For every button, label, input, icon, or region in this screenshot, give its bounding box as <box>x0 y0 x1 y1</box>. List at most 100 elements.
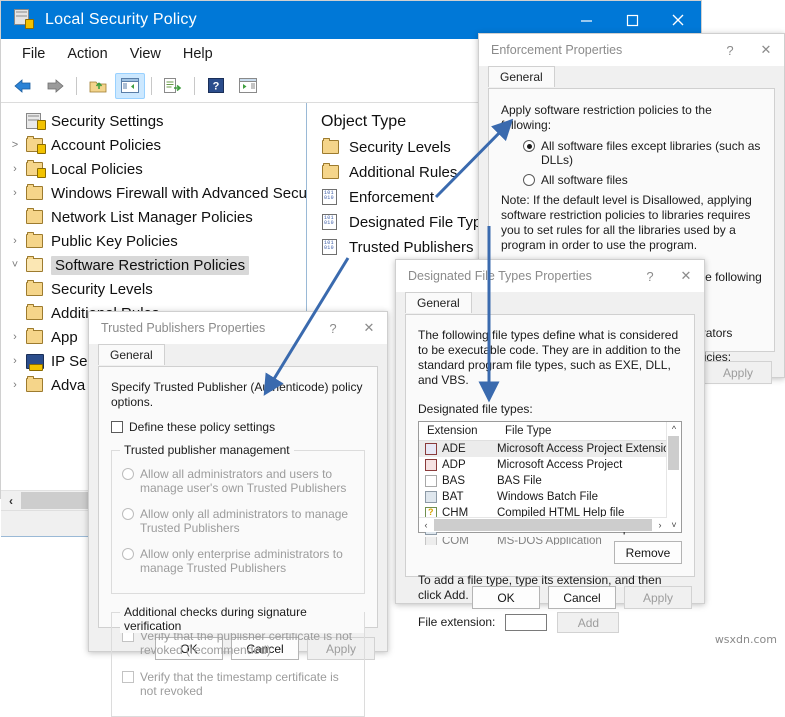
scroll-right-icon[interactable]: › <box>653 520 667 530</box>
back-arrow-icon[interactable] <box>8 73 38 99</box>
scroll-left-icon[interactable]: ‹ <box>1 494 21 508</box>
folder-icon <box>25 328 45 345</box>
table-row[interactable]: COM MS-DOS Application <box>419 537 681 545</box>
close-icon[interactable]: ✕ <box>668 260 704 292</box>
radio-all-files-except-libraries[interactable]: All software files except libraries (suc… <box>523 139 762 167</box>
object-item-label: Designated File Types <box>349 214 498 231</box>
up-folder-icon[interactable] <box>83 73 113 99</box>
apply-button[interactable]: Apply <box>704 361 772 384</box>
define-policy-settings-checkbox[interactable]: Define these policy settings <box>111 420 365 434</box>
table-row[interactable]: ADP Microsoft Access Project <box>419 457 681 473</box>
menu-help[interactable]: Help <box>172 43 224 65</box>
close-icon[interactable]: ✕ <box>748 34 784 66</box>
folder-icon <box>321 138 341 156</box>
chevron-right-icon[interactable]: › <box>5 235 25 247</box>
checkbox-label: Verify that the publisher certificate is… <box>140 629 353 657</box>
radio-only-enterprise-admins[interactable]: Allow only enterprise administrators to … <box>122 547 354 575</box>
close-icon[interactable]: ✕ <box>351 312 387 344</box>
tree-item-label: Software Restriction Policies <box>51 255 250 275</box>
export-list-icon[interactable] <box>158 73 188 99</box>
tree-item-label: Public Key Policies <box>51 232 178 250</box>
file-types-list[interactable]: Extension File Type ADE Microsoft Access… <box>418 421 682 545</box>
object-item-label: Enforcement <box>349 189 435 206</box>
radio-dot-icon <box>523 140 535 152</box>
chevron-right-icon[interactable]: › <box>5 187 25 199</box>
cancel-button[interactable]: Cancel <box>548 586 616 609</box>
show-hide-action-pane-icon[interactable] <box>233 73 263 99</box>
designated-list-label: Designated file types: <box>418 402 533 416</box>
tree-item-label: Adva <box>51 376 86 394</box>
dialog-tabstrip: General <box>396 292 704 314</box>
checkbox-label: Verify that the timestamp certificate is… <box>140 670 339 698</box>
tree-item-security-levels[interactable]: Security Levels <box>1 277 306 301</box>
table-row[interactable]: BAT Windows Batch File <box>419 489 681 505</box>
designated-description: The following file types define what is … <box>418 328 681 387</box>
dos-file-icon <box>425 537 437 545</box>
radio-all-software-files[interactable]: All software files <box>523 173 762 187</box>
folder-icon <box>25 256 45 273</box>
radio-only-all-admins[interactable]: Allow only all administrators to manage … <box>122 507 354 535</box>
tree-item-network-list-manager[interactable]: Network List Manager Policies <box>1 205 306 229</box>
policy-setting-icon: 101 010 <box>321 214 341 231</box>
tree-item-public-key-policies[interactable]: › Public Key Policies <box>1 229 306 253</box>
menu-view[interactable]: View <box>119 43 172 65</box>
scroll-up-icon[interactable]: ^ <box>667 422 681 436</box>
folder-icon <box>25 208 45 225</box>
table-row[interactable]: ADE Microsoft Access Project Extension <box>419 441 681 457</box>
menu-file[interactable]: File <box>11 43 56 65</box>
row-file-type: MS-DOS Application <box>497 537 602 545</box>
help-icon[interactable]: ? <box>315 312 351 344</box>
folder-icon <box>25 184 45 201</box>
chevron-right-icon[interactable]: > <box>5 139 25 151</box>
scrollbar-thumb[interactable] <box>668 436 679 470</box>
radio-label: All software files <box>541 173 628 187</box>
checkbox-verify-publisher-cert[interactable]: Verify that the publisher certificate is… <box>122 629 354 657</box>
menu-action[interactable]: Action <box>56 43 118 65</box>
list-horizontal-scrollbar[interactable]: ‹ › <box>419 517 667 532</box>
tree-item-windows-firewall[interactable]: › Windows Firewall with Advanced Secu <box>1 181 306 205</box>
checkbox-verify-timestamp-cert[interactable]: Verify that the timestamp certificate is… <box>122 670 354 698</box>
tree-item-software-restriction-policies[interactable]: ˅ Software Restriction Policies <box>1 253 306 277</box>
chevron-right-icon[interactable]: › <box>5 331 25 343</box>
radio-dot-icon <box>122 508 134 520</box>
scroll-left-icon[interactable]: ‹ <box>419 520 433 530</box>
object-item-label: Security Levels <box>349 139 451 156</box>
toolbar-separator <box>151 76 152 95</box>
batch-file-icon <box>425 491 437 503</box>
table-row[interactable]: BAS BAS File <box>419 473 681 489</box>
show-hide-console-tree-icon[interactable] <box>115 72 145 99</box>
help-icon[interactable]: ? <box>712 34 748 66</box>
radio-all-admins-and-users[interactable]: Allow all administrators and users to ma… <box>122 467 354 495</box>
tree-item-account-policies[interactable]: > Account Policies <box>1 133 306 157</box>
tree-item-label: Network List Manager Policies <box>51 208 253 226</box>
file-extension-input[interactable] <box>505 614 548 631</box>
list-vertical-scrollbar[interactable]: ^ ˅ <box>666 422 681 532</box>
ok-button[interactable]: OK <box>472 586 540 609</box>
policy-setting-icon: 101 010 <box>321 239 341 256</box>
forward-arrow-icon[interactable] <box>40 73 70 99</box>
add-button[interactable]: Add <box>557 612 620 633</box>
scrollbar-thumb[interactable] <box>434 519 652 531</box>
tree-item-label: Account Policies <box>51 136 162 154</box>
help-icon[interactable]: ? <box>201 73 231 99</box>
tree-item-security-settings[interactable]: Security Settings <box>1 109 306 133</box>
scroll-down-icon[interactable]: ˅ <box>667 518 681 532</box>
radio-label: Allow only all administrators to manage … <box>140 507 349 535</box>
chevron-right-icon[interactable]: › <box>5 163 25 175</box>
checkbox-label: Define these policy settings <box>129 420 276 434</box>
tab-general[interactable]: General <box>405 292 472 313</box>
help-icon[interactable]: ? <box>632 260 668 292</box>
column-extension[interactable]: Extension <box>419 422 497 440</box>
row-extension: BAT <box>442 491 464 503</box>
tab-general[interactable]: General <box>98 344 165 365</box>
apply-button[interactable]: Apply <box>624 586 692 609</box>
tree-item-local-policies[interactable]: › Local Policies <box>1 157 306 181</box>
tab-general[interactable]: General <box>488 66 555 87</box>
checkbox-box-icon <box>122 671 134 683</box>
group-title: Trusted publisher management <box>120 443 294 457</box>
chevron-down-icon[interactable]: ˅ <box>5 259 25 271</box>
radio-dot-icon <box>523 174 535 186</box>
chevron-right-icon[interactable]: › <box>5 355 25 367</box>
chevron-right-icon[interactable]: › <box>5 379 25 391</box>
column-file-type[interactable]: File Type <box>497 422 551 440</box>
